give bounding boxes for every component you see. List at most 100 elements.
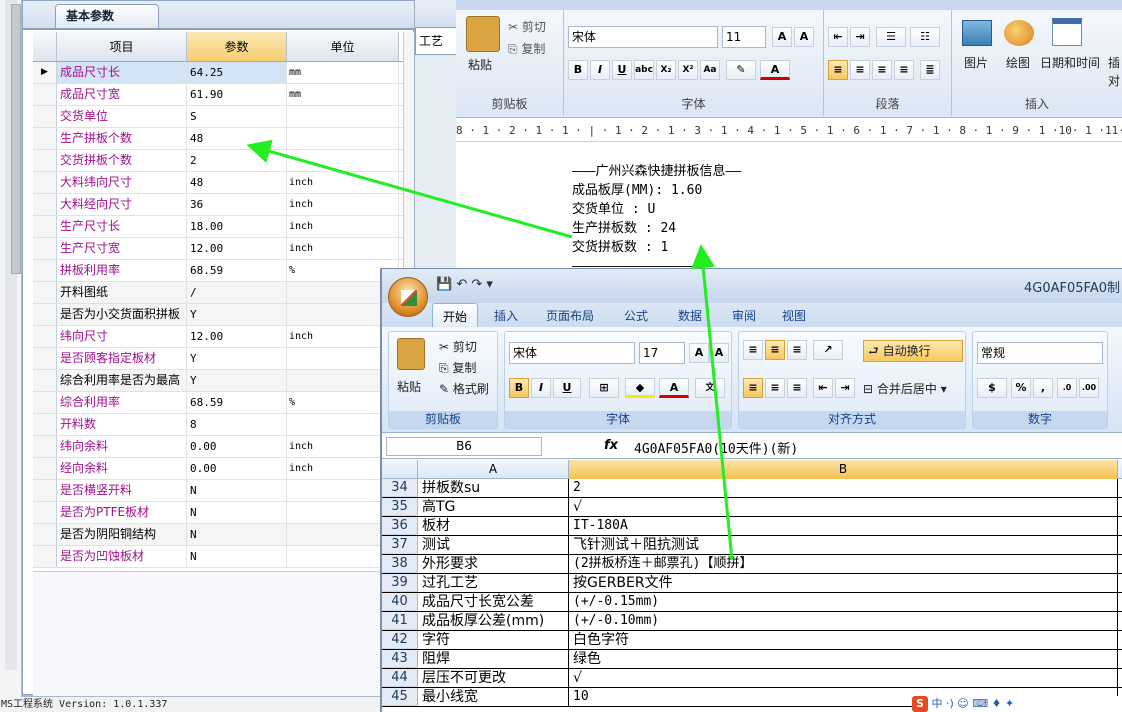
fx-icon[interactable]: fx xyxy=(604,438,618,453)
row-indicator[interactable]: ▶ xyxy=(33,62,57,83)
row-indicator[interactable] xyxy=(33,436,57,457)
param-value[interactable]: 61.90 xyxy=(187,84,287,105)
row-indicator[interactable] xyxy=(33,304,57,325)
param-value[interactable]: 0.00 xyxy=(187,436,287,457)
row-number[interactable]: 42 xyxy=(382,631,418,649)
excel-font-size[interactable]: 17 xyxy=(639,342,685,364)
param-value[interactable]: 12.00 xyxy=(187,238,287,259)
param-row[interactable]: 综合利用率是否为最高 Y xyxy=(33,370,409,392)
quick-access-toolbar[interactable]: 💾 ↶ ↷ ▾ xyxy=(436,277,493,292)
align-left-icon[interactable]: ≡ xyxy=(828,60,848,80)
cell-b[interactable]: (+/-0.15mm) xyxy=(569,593,1118,611)
currency-icon[interactable]: $ xyxy=(977,378,1007,398)
row-indicator[interactable] xyxy=(33,84,57,105)
row-indicator[interactable] xyxy=(33,172,57,193)
increase-indent-icon[interactable]: ⇥ xyxy=(850,27,870,47)
param-row[interactable]: 交货拼板个数 2 xyxy=(33,150,409,172)
numbering-icon[interactable]: ☷ xyxy=(910,27,940,47)
param-row[interactable]: 是否顾客指定板材 Y xyxy=(33,348,409,370)
cell-b[interactable]: 按GERBER文件 xyxy=(569,574,1118,592)
cell-b[interactable]: √ xyxy=(569,669,1118,687)
param-value[interactable]: 36 xyxy=(187,194,287,215)
merge-center-button[interactable]: ⊟ 合并后居中 ▾ xyxy=(863,380,947,397)
excel-align-right-icon[interactable]: ≡ xyxy=(787,378,807,398)
increase-decimal-icon[interactable]: .0 xyxy=(1057,378,1077,398)
param-row[interactable]: 大料纬向尺寸 48 inch xyxy=(33,172,409,194)
cell-a[interactable]: 外形要求 xyxy=(418,555,569,573)
distribute-icon[interactable]: ≣ xyxy=(920,60,940,80)
param-row[interactable]: 经向余料 0.00 inch xyxy=(33,458,409,480)
param-value[interactable]: 2 xyxy=(187,150,287,171)
cell-a[interactable]: 高TG xyxy=(418,498,569,516)
param-value[interactable]: Y xyxy=(187,304,287,325)
phonetic-icon[interactable]: 文 xyxy=(695,378,725,398)
wrap-text-button[interactable]: ⮐ 自动换行 xyxy=(863,340,963,362)
cell-b[interactable]: (+/-0.10mm) xyxy=(569,612,1118,630)
align-top-icon[interactable]: ≡ xyxy=(743,340,763,360)
cell-b[interactable]: 白色字符 xyxy=(569,631,1118,649)
param-row[interactable]: 纬向余料 0.00 inch xyxy=(33,436,409,458)
row-indicator[interactable] xyxy=(33,348,57,369)
orientation-icon[interactable]: ↗ xyxy=(813,340,843,360)
word-paste-button[interactable]: 粘贴 xyxy=(468,56,492,73)
row-number[interactable]: 37 xyxy=(382,536,418,554)
cell-a[interactable]: 字符 xyxy=(418,631,569,649)
word-copy-button[interactable]: ⎘ 复制 xyxy=(508,40,545,57)
param-row[interactable]: 纬向尺寸 12.00 inch xyxy=(33,326,409,348)
select-all-corner[interactable] xyxy=(382,460,418,479)
param-value[interactable]: 64.25 xyxy=(187,62,287,83)
row-indicator[interactable] xyxy=(33,326,57,347)
cell-a[interactable]: 阻焊 xyxy=(418,650,569,668)
param-row[interactable]: ▶ 成品尺寸长 64.25 mm xyxy=(33,62,409,84)
row-indicator[interactable] xyxy=(33,370,57,391)
cell-a[interactable]: 过孔工艺 xyxy=(418,574,569,592)
doc-line[interactable]: 成品板厚(MM): 1.60 xyxy=(572,181,741,200)
param-row[interactable]: 成品尺寸宽 61.90 mm xyxy=(33,84,409,106)
cell-a[interactable]: 层压不可更改 xyxy=(418,669,569,687)
row-indicator[interactable] xyxy=(33,150,57,171)
row-indicator[interactable] xyxy=(33,502,57,523)
param-row[interactable]: 是否为小交货面积拼板 Y xyxy=(33,304,409,326)
grow-font-icon[interactable]: A xyxy=(772,27,792,47)
param-value[interactable]: / xyxy=(187,282,287,303)
excel-tab[interactable]: 公式 xyxy=(624,307,648,324)
param-row[interactable]: 生产拼板个数 48 xyxy=(33,128,409,150)
excel-tab[interactable]: 审阅 xyxy=(732,307,756,324)
italic-icon[interactable]: I xyxy=(590,60,610,80)
tab-basic-params[interactable]: 基本参数 xyxy=(55,4,159,29)
align-center-icon[interactable]: ≡ xyxy=(850,60,870,80)
row-number[interactable]: 38 xyxy=(382,555,418,573)
row-number[interactable]: 34 xyxy=(382,479,418,497)
cell-b[interactable]: √ xyxy=(569,498,1118,516)
param-value[interactable]: N xyxy=(187,502,287,523)
param-row[interactable]: 是否为PTFE板材 N xyxy=(33,502,409,524)
insert-picture-button[interactable]: 图片 xyxy=(964,54,988,71)
param-value[interactable]: N xyxy=(187,480,287,501)
param-value[interactable]: Y xyxy=(187,370,287,391)
excel-italic-icon[interactable]: I xyxy=(531,378,551,398)
row-number[interactable]: 43 xyxy=(382,650,418,668)
cell-a[interactable]: 最小线宽 xyxy=(418,688,569,706)
borders-icon[interactable]: ⊞ xyxy=(589,378,619,398)
param-value[interactable]: N xyxy=(187,546,287,567)
strikethrough-icon[interactable]: abc xyxy=(634,60,654,80)
cell-a[interactable]: 测试 xyxy=(418,536,569,554)
excel-tab[interactable]: 视图 xyxy=(782,307,806,324)
cell-b[interactable]: (2拼板桥连＋邮票孔)【顺拼】 xyxy=(569,555,1118,573)
cell-a[interactable]: 成品尺寸长宽公差 xyxy=(418,593,569,611)
param-row[interactable]: 交货单位 S xyxy=(33,106,409,128)
decrease-decimal-icon[interactable]: .00 xyxy=(1079,378,1099,398)
doc-line[interactable]: 生产拼板数 : 24 xyxy=(572,219,741,238)
number-format-select[interactable]: 常规 xyxy=(977,342,1103,364)
cell-a[interactable]: 成品板厚公差(mm) xyxy=(418,612,569,630)
param-row[interactable]: 生产尺寸宽 12.00 inch xyxy=(33,238,409,260)
row-indicator[interactable] xyxy=(33,458,57,479)
param-row[interactable]: 综合利用率 68.59% xyxy=(33,392,409,414)
excel-tab[interactable]: 插入 xyxy=(494,307,518,324)
font-color-icon[interactable]: A xyxy=(760,60,790,80)
highlight-icon[interactable]: ✎ xyxy=(726,60,756,80)
word-document-body[interactable]: ———广州兴森快捷拼板信息—— 成品板厚(MM): 1.60 交货单位 : U 生产拼… xyxy=(572,162,741,276)
shrink-font-icon[interactable]: A xyxy=(794,27,814,47)
bullets-icon[interactable]: ☰ xyxy=(876,27,906,47)
excel-tab[interactable]: 数据 xyxy=(678,307,702,324)
